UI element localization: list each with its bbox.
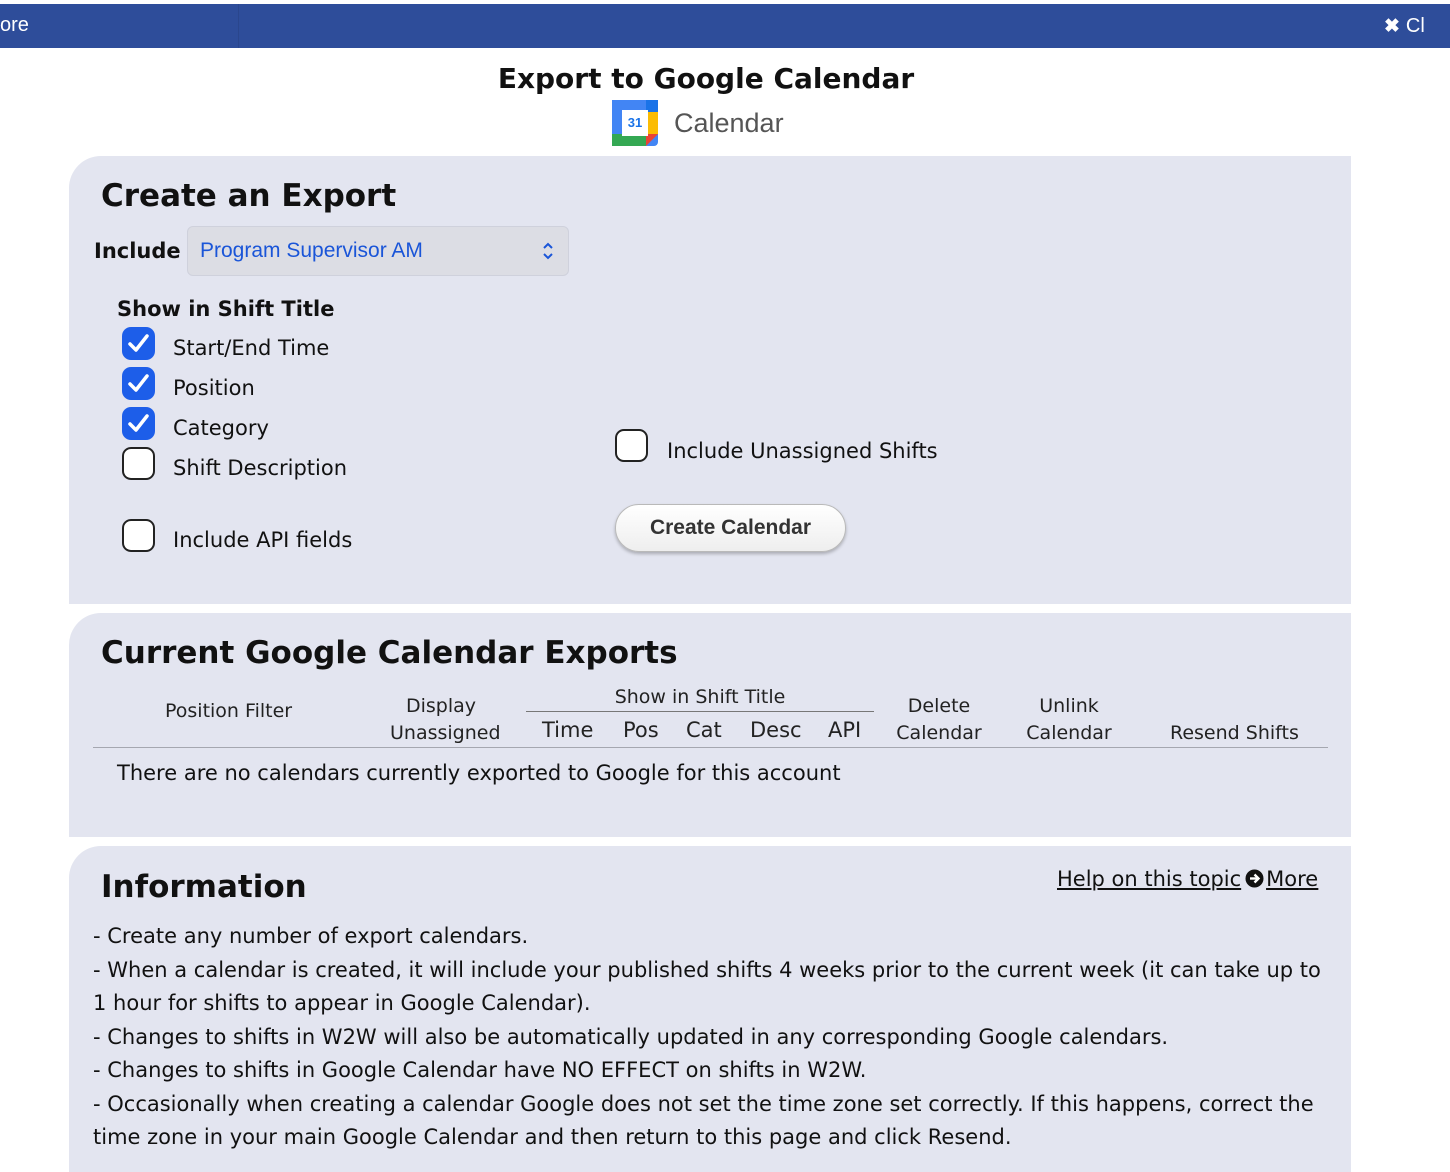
calendar-logo-text: Calendar xyxy=(674,108,784,138)
include-unassigned-shifts-checkbox[interactable] xyxy=(615,429,648,462)
start-end-time-label: Start/End Time xyxy=(173,336,330,360)
top-bar-more-segment[interactable]: ore xyxy=(0,4,239,48)
col-pos: Pos xyxy=(623,718,659,742)
top-bar: ore ✖ Cl xyxy=(0,4,1450,48)
column-group-divider xyxy=(526,711,874,712)
arrow-circle-right-icon xyxy=(1245,867,1264,895)
info-line: - Changes to shifts in Google Calendar h… xyxy=(93,1058,867,1082)
include-select-value: Program Supervisor AM xyxy=(200,239,423,262)
shift-description-label: Shift Description xyxy=(173,456,348,480)
create-calendar-button[interactable]: Create Calendar xyxy=(615,504,846,552)
include-api-fields-label: Include API fields xyxy=(173,528,353,552)
checkmark-icon xyxy=(128,334,149,352)
start-end-time-checkbox[interactable] xyxy=(122,327,155,360)
info-line: - Create any number of export calendars. xyxy=(93,924,529,948)
col-unlink-line2: Calendar xyxy=(1026,722,1112,744)
include-unassigned-shifts-label: Include Unassigned Shifts xyxy=(667,439,938,463)
close-icon: ✖ xyxy=(1384,16,1400,37)
category-label: Category xyxy=(173,416,269,440)
information-panel: Information Help on this topic More - Cre… xyxy=(69,846,1351,1172)
col-api: API xyxy=(828,718,862,742)
col-display-line1: Display xyxy=(405,695,477,717)
current-exports-panel: Current Google Calendar Exports Position… xyxy=(69,613,1351,837)
information-heading: Information xyxy=(101,869,307,905)
close-label: Cl xyxy=(1405,15,1425,37)
col-unlink-line1: Unlink xyxy=(1039,695,1099,717)
col-delete-line2: Calendar xyxy=(896,722,982,744)
close-button[interactable]: ✖ Cl xyxy=(1384,14,1425,39)
include-api-fields-checkbox[interactable] xyxy=(122,519,155,552)
position-label: Position xyxy=(173,376,255,400)
page-title: Export to Google Calendar xyxy=(497,62,915,95)
info-line: - When a calendar is created, it will in… xyxy=(93,957,1321,1016)
shift-description-checkbox[interactable] xyxy=(122,447,155,480)
create-export-panel: Create an Export Include Program Supervi… xyxy=(69,156,1351,604)
calendar-logo-number: 31 xyxy=(627,115,643,130)
category-checkbox[interactable] xyxy=(122,407,155,440)
col-resend-shifts: Resend Shifts xyxy=(1170,722,1299,744)
checkmark-icon xyxy=(128,414,149,432)
google-calendar-brand: 31 Calendar xyxy=(612,100,784,146)
google-calendar-icon: 31 xyxy=(612,100,658,146)
col-position-filter: Position Filter xyxy=(165,700,293,722)
col-group-show-in-shift-title: Show in Shift Title xyxy=(614,686,786,708)
information-list: - Create any number of export calendars.… xyxy=(93,920,1333,1155)
select-chevron-icon xyxy=(543,242,553,260)
col-time: Time xyxy=(542,718,594,742)
checkmark-icon xyxy=(128,374,149,392)
col-delete-line1: Delete xyxy=(907,695,971,717)
include-select[interactable]: Program Supervisor AM xyxy=(187,226,569,276)
include-label: Include xyxy=(94,239,181,263)
col-cat: Cat xyxy=(686,718,722,742)
no-exports-message: There are no calendars currently exporte… xyxy=(117,761,841,785)
show-in-shift-title-heading: Show in Shift Title xyxy=(117,297,335,321)
info-line: - Occasionally when creating a calendar … xyxy=(93,1091,1314,1150)
current-exports-heading: Current Google Calendar Exports xyxy=(101,635,678,671)
more-menu-label[interactable]: ore xyxy=(0,13,29,37)
position-checkbox[interactable] xyxy=(122,367,155,400)
help-link-text[interactable]: Help on this topic xyxy=(1057,867,1241,891)
info-line: - Changes to shifts in W2W will also be … xyxy=(93,1024,1169,1049)
col-display-line2: Unassigned xyxy=(390,722,501,744)
create-export-heading: Create an Export xyxy=(101,178,397,214)
table-header-divider xyxy=(93,747,1328,748)
more-link[interactable]: More xyxy=(1266,867,1318,891)
help-link[interactable]: Help on this topic More xyxy=(1057,865,1318,895)
col-desc: Desc xyxy=(750,718,802,742)
